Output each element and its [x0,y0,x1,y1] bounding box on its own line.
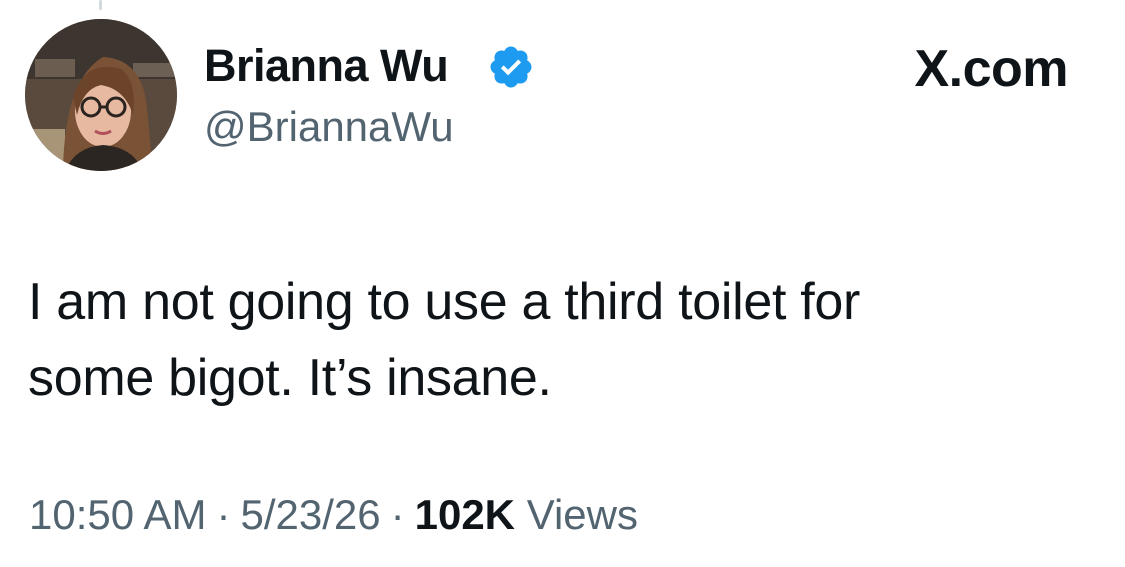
verified-badge-icon [490,46,532,88]
tweet-text-line: some bigot. It’s insane. [28,349,552,407]
tweet-text-line: I am not going to use a third toilet for [28,273,861,331]
author-handle[interactable]: @BriannaWu [204,102,454,152]
views-count: 102K [414,491,516,538]
tweet-date[interactable]: 5/23/26 [240,491,380,538]
separator: · [390,491,405,538]
thread-connector-line [99,0,102,10]
tweet-text: I am not going to use a third toilet for… [28,264,1088,416]
tweet-metadata: 10:50 AM · 5/23/26 · 102K Views [29,490,638,540]
views-label: Views [526,491,638,538]
avatar-photo [25,19,177,171]
tweet-time[interactable]: 10:50 AM [29,491,206,538]
brand-label: X.com [914,40,1068,98]
author-display-name[interactable]: Brianna Wu [204,40,449,92]
separator: · [216,491,231,538]
avatar[interactable] [25,19,177,171]
